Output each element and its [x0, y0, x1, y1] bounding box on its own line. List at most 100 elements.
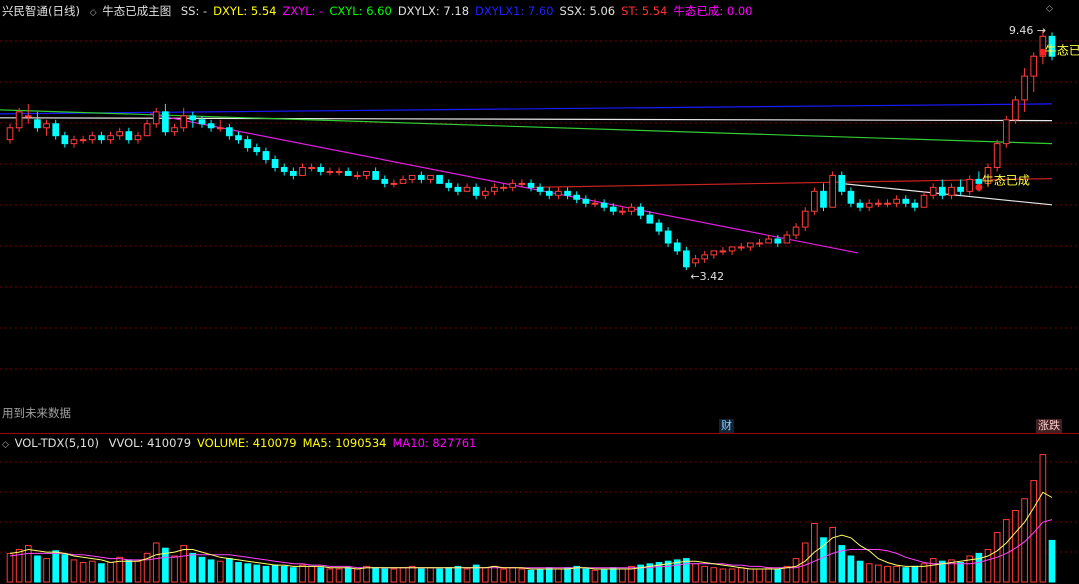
- volume-chart[interactable]: [0, 434, 1079, 584]
- candle-body-59: [545, 190, 553, 196]
- indicator-value-2: ZXYL: -: [282, 4, 324, 18]
- volume-bar-39: [363, 565, 370, 583]
- candle-body-60: [555, 190, 562, 196]
- indicator-value-2: MA5: 1090534: [302, 436, 387, 450]
- main-settings-icon[interactable]: ◇: [90, 8, 97, 18]
- candle-body-20: [189, 115, 197, 121]
- indicator-value-0: VVOL: 410079: [108, 436, 192, 450]
- candle-body-69: [637, 206, 645, 216]
- candle-body-28: [262, 151, 270, 161]
- volume-bar-101: [929, 558, 937, 583]
- volume-bar-24: [226, 558, 233, 583]
- candle-body-16: [152, 111, 160, 125]
- volume-bar-54: [500, 568, 507, 583]
- stock-title: 兴民智通(日线): [2, 4, 80, 18]
- candle-body-62: [573, 194, 581, 200]
- candle-body-23: [216, 127, 224, 130]
- volume-bar-19: [180, 545, 188, 583]
- candle-body-95: [874, 202, 882, 205]
- volume-bar-37: [344, 567, 352, 583]
- candle-body-34: [317, 166, 325, 172]
- volume-bar-52: [481, 567, 489, 583]
- candle-body-108: [993, 143, 1001, 168]
- candle-body-0: [6, 127, 14, 141]
- candle-body-97: [893, 198, 900, 204]
- volume-bar-49: [454, 565, 462, 583]
- volume-bar-9: [88, 560, 96, 583]
- volume-bar-41: [381, 568, 389, 583]
- candle-body-25: [235, 135, 242, 141]
- volume-bar-38: [353, 568, 361, 583]
- candle-body-15: [143, 123, 151, 137]
- candle-body-105: [966, 178, 974, 192]
- candle-body-52: [481, 190, 489, 196]
- volume-bar-82: [756, 568, 763, 583]
- candle-body-24: [226, 127, 233, 137]
- line-st: [529, 178, 1053, 188]
- candle-body-83: [765, 238, 772, 244]
- candle-body-10: [98, 135, 105, 141]
- volume-bar-59: [545, 567, 553, 583]
- vol-settings-icon[interactable]: ◇: [2, 440, 9, 450]
- candle-body-84: [774, 238, 782, 244]
- volume-bar-55: [509, 567, 517, 583]
- candle-body-51: [472, 186, 480, 196]
- volume-bar-23: [216, 560, 224, 583]
- candle-body-72: [664, 230, 672, 244]
- indicator-value-1: VOLUME: 410079: [197, 436, 297, 450]
- indicator-value-8: 牛态已成: 0.00: [673, 4, 753, 18]
- volume-bar-75: [692, 563, 699, 583]
- main-price-chart[interactable]: 9.46 → ←3.42 牛态已成 牛态已: [0, 0, 1079, 434]
- candle-body-82: [756, 242, 763, 245]
- candle-body-81: [747, 242, 754, 248]
- volume-bar-109: [1002, 519, 1010, 583]
- volume-bar-10: [98, 563, 105, 583]
- candle-body-17: [162, 111, 169, 133]
- volume-bar-6: [61, 554, 69, 583]
- volume-bar-4: [43, 558, 50, 583]
- limit-badge[interactable]: 涨跌: [1036, 419, 1062, 433]
- volume-bar-36: [335, 568, 343, 583]
- volume-bar-28: [262, 565, 270, 583]
- candle-body-68: [628, 206, 635, 212]
- expand-icon[interactable]: ◇: [1046, 4, 1053, 14]
- volume-bar-42: [390, 568, 398, 583]
- indicator-value-3: MA10: 827761: [392, 436, 477, 450]
- candle-body-55: [509, 182, 517, 188]
- candle-body-35: [326, 170, 334, 173]
- volume-bar-74: [683, 558, 690, 583]
- candle-body-39: [363, 170, 370, 176]
- candle-body-5: [52, 123, 60, 137]
- candle-body-64: [591, 202, 599, 205]
- candle-body-26: [244, 139, 251, 149]
- candle-body-91: [838, 174, 846, 192]
- candle-body-36: [335, 170, 343, 173]
- volume-bar-94: [865, 563, 873, 583]
- candle-body-9: [88, 135, 96, 141]
- candle-body-46: [427, 174, 434, 180]
- volume-bar-14: [134, 560, 142, 583]
- volume-bar-20: [189, 552, 197, 583]
- candle-body-76: [701, 254, 709, 260]
- indicator-name: 牛态已成主图: [102, 4, 172, 18]
- candle-body-49: [454, 186, 462, 192]
- volume-bar-44: [408, 565, 416, 583]
- vol-indicator-name: VOL-TDX(5,10): [14, 436, 99, 450]
- candle-body-13: [125, 131, 133, 141]
- volume-bar-95: [874, 564, 882, 583]
- candle-body-32: [299, 166, 306, 176]
- candle-body-109: [1002, 119, 1010, 145]
- candle-body-37: [344, 170, 352, 176]
- finance-badge[interactable]: 财: [719, 419, 734, 433]
- candle-body-102: [938, 186, 946, 196]
- volume-bar-0: [6, 552, 14, 583]
- candle-body-50: [463, 186, 471, 192]
- volume-bar-31: [290, 567, 297, 583]
- candle-body-14: [134, 135, 142, 141]
- volume-bar-60: [555, 568, 562, 583]
- candle-body-80: [737, 246, 745, 249]
- volume-bar-26: [244, 563, 251, 583]
- volume-bar-62: [573, 565, 581, 583]
- volume-bar-57: [527, 569, 535, 583]
- candle-body-87: [801, 210, 809, 228]
